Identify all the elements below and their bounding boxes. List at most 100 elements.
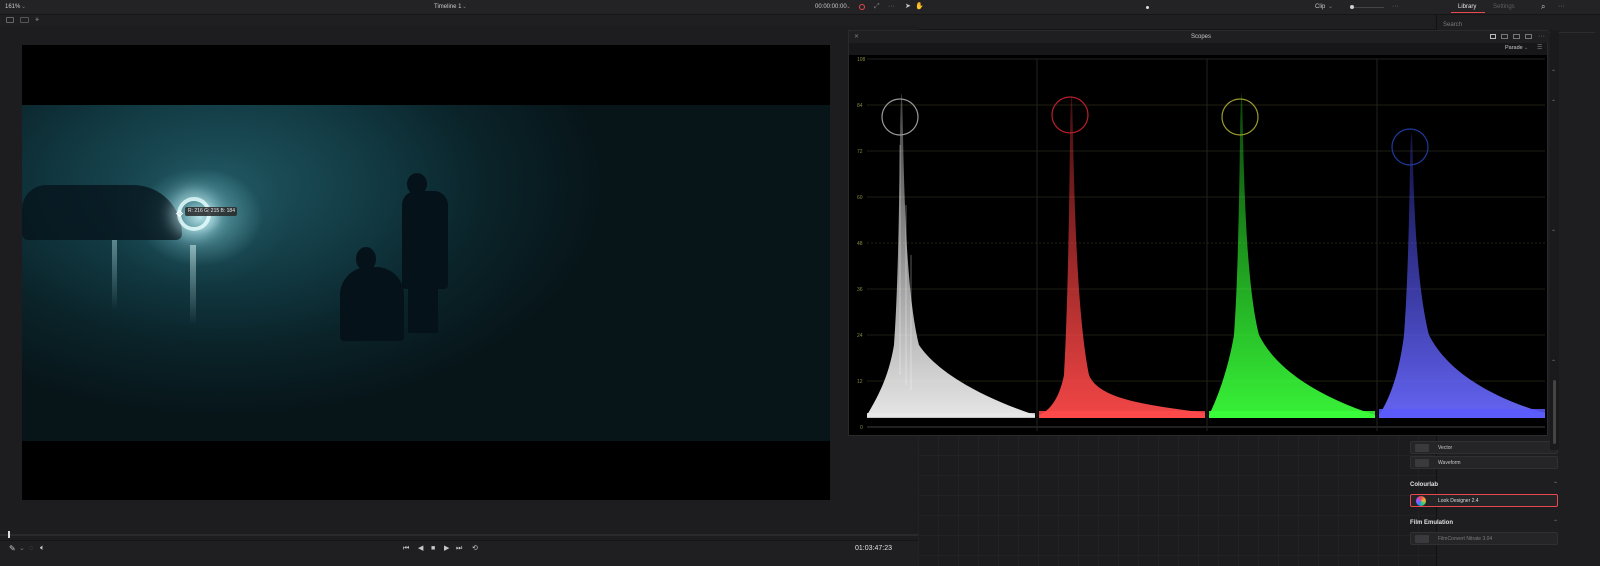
section-film-emulation[interactable]: Film Emulation bbox=[1410, 520, 1453, 526]
speaker-icon[interactable]: 🔈︎ bbox=[40, 544, 45, 552]
scope-settings-icon[interactable]: ☰ bbox=[1537, 45, 1542, 51]
highlight-marker-circle bbox=[1221, 98, 1259, 136]
split-viewer-icon[interactable] bbox=[20, 17, 29, 23]
parade-channel-blue bbox=[1379, 128, 1545, 418]
more-options-icon[interactable]: ··· bbox=[888, 3, 895, 10]
scope-mode-dropdown[interactable]: Parade bbox=[1505, 45, 1523, 52]
zoom-dropdown[interactable]: 161% bbox=[5, 4, 20, 10]
zoom-slider-handle[interactable] bbox=[1350, 5, 1354, 9]
library-scrollbar[interactable]: ⌃ ⌃ ⌃ ⌃ bbox=[1550, 30, 1559, 450]
highlight-marker-circle bbox=[881, 98, 919, 136]
playhead[interactable] bbox=[8, 531, 10, 538]
effect-thumbnail-icon bbox=[1415, 535, 1429, 543]
more-options-icon[interactable]: ··· bbox=[1558, 3, 1565, 10]
chevron-down-icon[interactable]: ⌄ bbox=[21, 4, 26, 10]
chevron-down-icon[interactable]: ⌄ bbox=[19, 545, 25, 552]
pixel-readout-tooltip: R: 216 G: 215 B: 184 bbox=[185, 207, 237, 216]
scale-tick-label: 108 bbox=[857, 57, 866, 63]
chevron-up-icon[interactable]: ⌃ bbox=[1551, 100, 1556, 106]
reverse-play-icon[interactable]: ◀︎ bbox=[418, 545, 423, 552]
clip-dropdown[interactable]: Clip bbox=[1315, 4, 1325, 10]
layout-3up-icon[interactable] bbox=[1513, 34, 1520, 39]
chevron-down-icon[interactable]: ⌄ bbox=[462, 4, 467, 10]
scrollbar-thumb[interactable] bbox=[1553, 380, 1556, 444]
scopes-titlebar[interactable]: ✕ Scopes ··· bbox=[849, 31, 1549, 43]
transport-bar: ✎ ⌄ ◌ 🔈︎ ⏮︎ ◀︎ ■ ▶︎ ⏭︎ ⟲ 01:03:47:23 bbox=[0, 531, 918, 566]
library-item-look-designer[interactable]: Look Designer 2.4 bbox=[1410, 494, 1558, 507]
tab-settings[interactable]: Settings bbox=[1493, 4, 1515, 10]
library-item-label: Waveform bbox=[1438, 460, 1461, 466]
scale-tick-label: 24 bbox=[857, 333, 863, 339]
node-editor-tabbar bbox=[918, 15, 1436, 30]
stop-icon[interactable]: ■ bbox=[431, 545, 435, 552]
chevron-up-icon[interactable]: ⌃ bbox=[1553, 482, 1558, 488]
chevron-up-icon[interactable]: ⌃ bbox=[1551, 360, 1556, 366]
timecode-display[interactable]: 00:00:00:00 bbox=[815, 4, 847, 10]
layout-1up-icon[interactable] bbox=[1490, 34, 1496, 39]
scale-tick-label: 72 bbox=[857, 149, 863, 155]
layout-4up-icon[interactable] bbox=[1525, 34, 1532, 39]
top-toolbar: 161% ⌄ Timeline 1 ⌄ 00:00:00:00 ⌄ ⤢ ··· … bbox=[0, 0, 1600, 15]
scrubber-track[interactable] bbox=[0, 534, 918, 536]
scopes-window[interactable]: ✕ Scopes ··· Parade ⌄ ☰ 108 84 72 60 48 … bbox=[848, 30, 1549, 436]
wand-icon[interactable]: ⚹ bbox=[35, 16, 39, 23]
chevron-up-icon[interactable]: ⌃ bbox=[1551, 70, 1556, 76]
highlight-marker-circle bbox=[1391, 128, 1429, 166]
car-silhouette bbox=[22, 185, 182, 240]
chevron-down-icon[interactable]: ⌄ bbox=[846, 4, 851, 10]
eyedropper-icon[interactable]: ✎ bbox=[9, 545, 16, 553]
go-to-end-icon[interactable]: ⏭︎ bbox=[456, 545, 462, 552]
layout-2up-icon[interactable] bbox=[1501, 34, 1508, 39]
hand-tool-icon[interactable]: ✋ bbox=[915, 3, 924, 10]
zoom-slider-track[interactable] bbox=[1350, 7, 1384, 8]
person-sitting-body bbox=[340, 267, 404, 341]
library-item-filmconvert[interactable]: FilmConvert Nitrate 3.04 bbox=[1410, 532, 1558, 545]
audio-sync-icon[interactable]: ◌ bbox=[29, 545, 33, 552]
scale-tick-label: 36 bbox=[857, 287, 863, 293]
fullscreen-icon[interactable]: ⤢ bbox=[874, 3, 880, 10]
viewer-secondary-toolbar: ⚹ bbox=[0, 15, 918, 26]
chevron-down-icon[interactable]: ⌄ bbox=[1524, 46, 1528, 51]
pointer-icon[interactable]: ➤ bbox=[905, 3, 911, 10]
chevron-up-icon[interactable]: ⌃ bbox=[1551, 230, 1556, 236]
chevron-up-icon[interactable]: ⌃ bbox=[1553, 520, 1558, 526]
tab-library[interactable]: Library bbox=[1458, 4, 1476, 10]
tab-active-underline bbox=[1451, 12, 1485, 13]
library-item-vector[interactable]: Vector bbox=[1410, 441, 1558, 454]
parade-scope-canvas: 108 84 72 60 48 36 24 12 0 bbox=[849, 55, 1547, 435]
close-icon[interactable]: ✕ bbox=[854, 34, 859, 40]
video-image bbox=[22, 105, 830, 441]
transport-timecode: 01:03:47:23 bbox=[855, 545, 892, 552]
section-colourlab[interactable]: Colourlab bbox=[1410, 482, 1438, 488]
scopes-title: Scopes bbox=[1191, 34, 1212, 40]
video-frame[interactable]: R: 216 G: 215 B: 184 bbox=[22, 45, 830, 500]
scale-tick-label: 84 bbox=[857, 103, 863, 109]
parade-channel-red bbox=[1039, 95, 1205, 418]
scale-tick-label: 48 bbox=[857, 241, 863, 247]
person-standing-body bbox=[402, 191, 448, 289]
loop-icon[interactable]: ⟲ bbox=[472, 545, 478, 552]
parade-channel-luma bbox=[867, 93, 1035, 418]
ground-reflection bbox=[190, 245, 196, 325]
search-input[interactable]: Search bbox=[1443, 22, 1462, 28]
node-indicator-dot bbox=[1146, 6, 1149, 9]
search-icon[interactable]: ⌕ bbox=[1541, 3, 1545, 11]
more-options-icon[interactable]: ··· bbox=[1538, 33, 1545, 40]
ground-reflection bbox=[112, 240, 117, 310]
single-viewer-icon[interactable] bbox=[6, 17, 14, 23]
scale-tick-label: 60 bbox=[857, 195, 863, 201]
play-icon[interactable]: ▶︎ bbox=[444, 545, 449, 552]
color-picker-icon[interactable] bbox=[859, 4, 865, 10]
go-to-start-icon[interactable]: ⏮︎ bbox=[403, 545, 409, 552]
scale-tick-label: 12 bbox=[857, 379, 863, 385]
library-item-label: Look Designer 2.4 bbox=[1438, 498, 1479, 504]
library-item-waveform[interactable]: Waveform bbox=[1410, 456, 1558, 469]
effect-thumbnail-icon bbox=[1415, 444, 1429, 452]
effect-thumbnail-icon bbox=[1415, 459, 1429, 467]
timeline-selector[interactable]: Timeline 1 bbox=[434, 4, 461, 10]
more-options-icon[interactable]: ··· bbox=[1392, 3, 1399, 10]
highlight-marker-circle bbox=[1051, 96, 1089, 134]
colourlab-logo-icon bbox=[1416, 496, 1426, 506]
scale-tick-label: 0 bbox=[860, 425, 863, 431]
chevron-down-icon[interactable]: ⌄ bbox=[1328, 4, 1333, 10]
